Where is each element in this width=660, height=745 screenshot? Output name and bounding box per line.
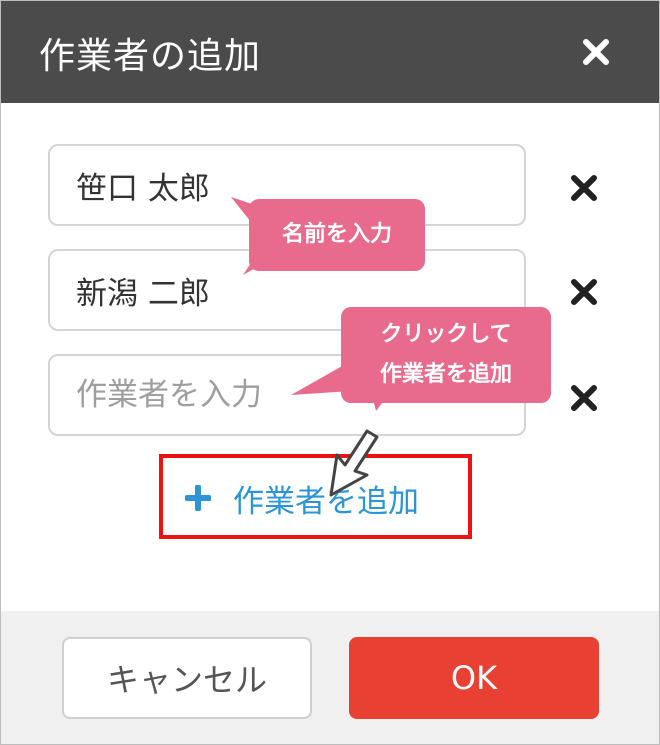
dialog-footer: キャンセル OK <box>1 611 659 744</box>
callout-add-line2: 作業者を追加 <box>379 362 512 387</box>
ok-button[interactable]: OK <box>349 637 599 719</box>
callout-name-hint: 名前を入力 <box>249 199 425 271</box>
close-icon[interactable] <box>581 37 611 67</box>
remove-worker-2-icon[interactable] <box>569 277 599 307</box>
cancel-button[interactable]: キャンセル <box>62 637 312 719</box>
callout-add-line1: クリックして <box>380 322 512 347</box>
add-worker-button[interactable]: 作業者を追加 <box>159 454 472 539</box>
add-worker-label: 作業者を追加 <box>233 484 419 520</box>
pointer-cursor-icon <box>329 429 379 497</box>
dialog-title: 作業者の追加 <box>39 36 262 77</box>
remove-worker-3-icon[interactable] <box>569 383 599 413</box>
add-worker-dialog: 作業者の追加 笹口 太郎 新潟 二郎 作業者を入力 作業者を追加 名前を入力 ク… <box>0 0 660 745</box>
remove-worker-1-icon[interactable] <box>569 173 599 203</box>
plus-icon <box>185 485 211 511</box>
callout-add-hint: クリックして 作業者を追加 <box>341 307 551 403</box>
dialog-header: 作業者の追加 <box>1 1 659 103</box>
